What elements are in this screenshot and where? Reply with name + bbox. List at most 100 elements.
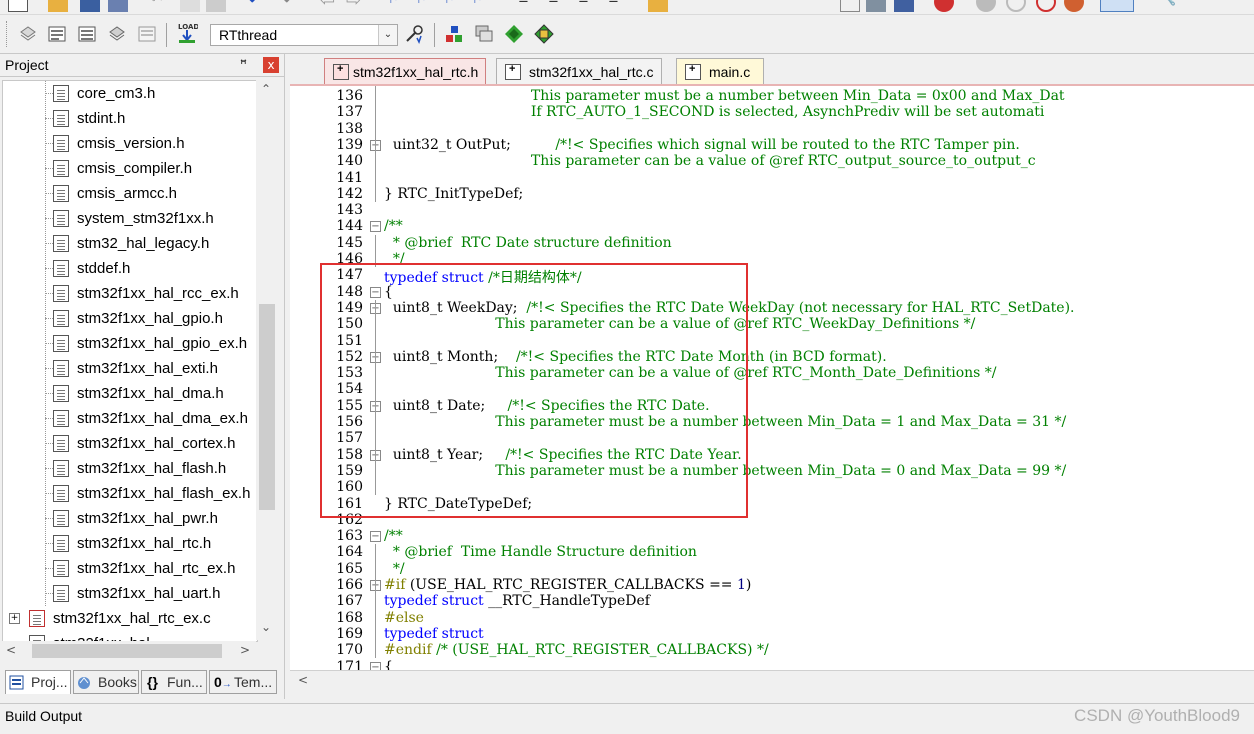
tree-item[interactable]: stm32f1xx_hal_cortex.h [3,431,257,456]
target-select[interactable]: RTthread ⌄ [210,24,398,46]
incremental-find-icon[interactable] [894,0,914,12]
project-tree-horizontal-scrollbar[interactable]: < > [2,641,256,661]
toolbar-separator [434,23,435,47]
header-file-icon [53,310,69,327]
build-icon[interactable] [47,24,67,44]
unindent-icon[interactable]: ≡ [548,0,568,12]
code-line: typedef struct __RTC_HandleTypeDef [384,593,650,610]
bookmark-prev-icon[interactable]: ⚑ [416,0,436,12]
file-extensions-icon[interactable] [444,24,464,44]
line-number: 145 [336,234,363,251]
indent-icon[interactable]: ≡ [518,0,538,12]
scroll-up-icon[interactable]: ⌃ [261,82,271,96]
comment-icon[interactable]: ≡ [578,0,598,12]
save-all-icon[interactable] [108,0,128,12]
paste-icon[interactable] [206,0,226,12]
uncomment-icon[interactable]: ≡ [608,0,628,12]
tree-item[interactable]: stm32f1xx_hal_exti.h [3,356,257,381]
tree-item[interactable]: system_stm32f1xx.h [3,206,257,231]
target-options-icon[interactable] [404,24,424,44]
rebuild-icon[interactable] [77,24,97,44]
editor-horizontal-scrollbar[interactable]: < [290,670,1254,691]
tree-item[interactable]: cmsis_armcc.h [3,181,257,206]
find-dropdown-icon[interactable] [840,0,860,12]
fold-toggle-icon[interactable]: − [370,531,381,543]
tree-item[interactable]: stm32f1xx_hal_rtc.h [3,531,257,556]
find-in-files-icon[interactable] [648,0,668,12]
chevron-down-icon[interactable]: ⌄ [378,25,397,45]
tree-item[interactable]: stm32_hal_legacy.h [3,231,257,256]
scroll-down-icon[interactable]: ⌄ [261,620,271,634]
manage-components-icon[interactable] [474,24,494,44]
save-icon[interactable] [80,0,100,12]
configure-icon[interactable]: 🔧 [1160,0,1180,12]
close-icon[interactable]: x [263,57,279,73]
find-icon[interactable] [866,0,886,12]
scrollbar-thumb[interactable] [259,304,275,510]
tab-stm32f1xx-hal-rtc-h[interactable]: stm32f1xx_hal_rtc.h [324,58,486,84]
run-time-environment-icon[interactable] [504,24,524,44]
pin-icon[interactable]: ꟸ [240,57,247,71]
line-number: 170 [336,642,363,659]
tree-item[interactable]: stm32f1xx_hal_uart.h [3,581,257,606]
tab-project[interactable]: Proj... [5,670,71,694]
toolbar-row-2: LOAD RTthread ⌄ [0,15,1254,54]
breakpoint-clear-icon[interactable] [1036,0,1056,12]
tree-item[interactable]: stm32f1xx_hal_rtc_ex.h [3,556,257,581]
tab-books[interactable]: Books [73,670,139,694]
tree-item[interactable]: stm32f1xx_hal_gpio_ex.h [3,331,257,356]
bookmark-icon[interactable]: ⚑ [388,0,408,12]
tree-item[interactable]: stdint.h [3,106,257,131]
bookmark-clear-icon[interactable]: ⚑ [472,0,492,12]
scroll-left-icon[interactable]: < [298,673,308,687]
code-line: #if (USE_HAL_RTC_REGISTER_CALLBACKS == 1… [384,577,752,593]
tree-item[interactable]: stm32f1xx_hal_dma_ex.h [3,406,257,431]
fold-guide [375,544,376,659]
tab-templates[interactable]: 0→ Tem... [209,670,277,694]
open-folder-icon[interactable] [48,0,68,12]
line-number: 165 [336,560,363,577]
cut-icon[interactable]: ✂ [152,0,172,12]
tree-item[interactable]: stm32f1xx_hal_gpio.h [3,306,257,331]
scrollbar-thumb[interactable] [32,644,222,658]
tab-stm32f1xx-hal-rtc-c[interactable]: stm32f1xx_hal_rtc.c [496,58,662,84]
fold-toggle-icon[interactable]: − [370,221,381,233]
debug-icon[interactable] [934,0,954,12]
scroll-left-icon[interactable]: < [6,643,16,657]
tab-main-c[interactable]: main.c [676,58,764,84]
breakpoint-disable-icon[interactable] [1006,0,1026,12]
tree-item[interactable]: core_cm3.h [3,81,257,106]
tree-item[interactable]: stm32f1xx_hal_flash.h [3,456,257,481]
stop-build-icon[interactable] [137,24,157,44]
expand-icon[interactable]: + [9,613,20,624]
tree-item[interactable]: stm32f1xx_hal_dma.h [3,381,257,406]
nav-forward-icon[interactable]: ⇨ [346,0,366,11]
copy-icon[interactable] [180,0,200,12]
scroll-right-icon[interactable]: > [240,643,250,657]
tree-item[interactable]: stm32f1xx_hal_flash_ex.h [3,481,257,506]
translate-icon[interactable] [18,24,38,44]
tab-label: stm32f1xx_hal_rtc.h [353,64,479,80]
breakpoint-icon[interactable] [976,0,996,12]
new-file-icon[interactable] [8,0,28,12]
undo-icon[interactable]: ↶ [248,0,268,11]
pack-installer-icon[interactable] [534,24,554,44]
project-tree-vertical-scrollbar[interactable]: ⌃ ⌄ [256,80,278,640]
redo-icon[interactable]: ↷ [276,0,296,11]
header-file-icon [53,110,69,127]
batch-build-icon[interactable] [107,24,127,44]
window-layout-icon[interactable] [1100,0,1134,12]
tree-item[interactable]: cmsis_compiler.h [3,156,257,181]
tree-item[interactable]: cmsis_version.h [3,131,257,156]
tree-item[interactable]: stm32f1xx_hal_rcc_ex.h [3,281,257,306]
tree-item[interactable]: stm32f1xx_hal_pwr.h [3,506,257,531]
bookmark-next-icon[interactable]: ⚑ [444,0,464,12]
tree-group-item[interactable]: + stm32f1xx_hal_rtc_ex.c [3,606,257,631]
tab-functions[interactable]: {} Fun... [141,670,207,694]
download-load-icon[interactable]: LOAD [176,21,198,45]
breakpoint-kill-icon[interactable] [1064,0,1084,12]
nav-back-icon[interactable]: ⇦ [320,0,340,11]
template-icon: 0→ [214,674,232,690]
toolbar-separator [166,23,167,47]
tree-item[interactable]: stddef.h [3,256,257,281]
